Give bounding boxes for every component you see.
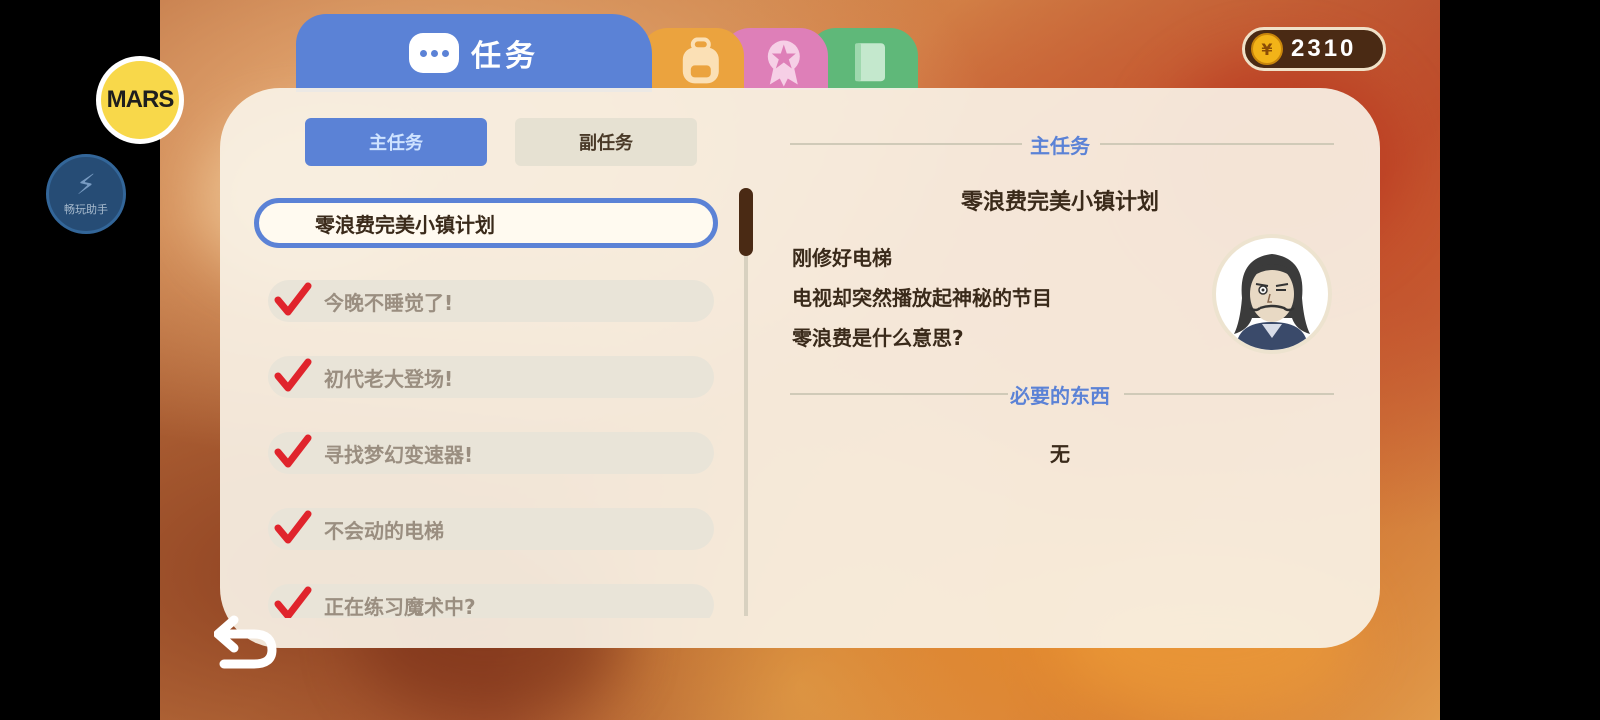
quest-item[interactable]: 正在练习魔术中? bbox=[268, 584, 714, 618]
divider bbox=[790, 143, 1022, 145]
scrollbar-thumb[interactable] bbox=[739, 188, 753, 256]
quest-description-line: 零浪费是什么意思? bbox=[792, 326, 964, 350]
mars-label: MARS bbox=[101, 61, 179, 139]
mars-button[interactable]: MARS bbox=[96, 56, 184, 144]
required-items-value: 无 bbox=[1050, 442, 1070, 466]
chat-bubble-icon bbox=[409, 33, 459, 73]
tab-side-quest[interactable]: 副任务 bbox=[515, 118, 697, 166]
quest-item[interactable]: 初代老大登场! bbox=[268, 356, 714, 398]
quest-item[interactable]: 今晚不睡觉了! bbox=[268, 280, 714, 322]
divider bbox=[790, 393, 1008, 395]
medal-icon bbox=[767, 40, 800, 87]
quest-description-line: 刚修好电梯 bbox=[792, 246, 892, 270]
quest-item-label: 初代老大登场! bbox=[324, 366, 454, 391]
tab-quest-label: 任务 bbox=[471, 39, 539, 74]
quest-item-label: 今晚不睡觉了! bbox=[324, 290, 454, 315]
npc-portrait bbox=[1212, 234, 1332, 354]
divider bbox=[1124, 393, 1334, 395]
coin-icon: ¥ bbox=[1251, 33, 1283, 65]
book-icon bbox=[855, 43, 885, 82]
right-letterbox bbox=[1440, 0, 1600, 720]
lightning-icon: ⚡ bbox=[76, 168, 96, 201]
section-title-items: 必要的东西 bbox=[1010, 384, 1110, 408]
check-icon bbox=[268, 280, 318, 322]
quest-item[interactable]: 寻找梦幻变速器! bbox=[268, 432, 714, 474]
back-arrow-icon bbox=[213, 615, 277, 669]
tab-main-quest[interactable]: 主任务 bbox=[305, 118, 487, 166]
check-icon bbox=[268, 356, 318, 398]
quest-item[interactable]: 不会动的电梯 bbox=[268, 508, 714, 550]
check-icon bbox=[268, 508, 318, 550]
coin-value: 2310 bbox=[1291, 35, 1357, 62]
game-helper-label: 畅玩助手 bbox=[64, 203, 108, 216]
quest-name: 零浪费完美小镇计划 bbox=[960, 190, 1159, 215]
check-icon bbox=[268, 432, 318, 474]
quest-item-label: 寻找梦幻变速器! bbox=[324, 442, 474, 467]
quest-description-line: 电视却突然播放起神秘的节目 bbox=[792, 286, 1052, 310]
quest-item-selected[interactable]: 零浪费完美小镇计划 bbox=[254, 198, 718, 248]
divider bbox=[1100, 143, 1334, 145]
coin-counter: ¥ 2310 bbox=[1242, 27, 1386, 71]
quest-list: 零浪费完美小镇计划 今晚不睡觉了! 初代老大登场! 寻找梦幻变速器! 不会动的电… bbox=[250, 190, 730, 618]
tab-bag[interactable] bbox=[640, 28, 744, 90]
npc-face-icon bbox=[1234, 254, 1310, 350]
back-button[interactable] bbox=[213, 612, 282, 680]
quest-item-label: 不会动的电梯 bbox=[324, 518, 444, 543]
backpack-icon bbox=[682, 37, 719, 84]
section-title-main: 主任务 bbox=[1030, 134, 1090, 158]
game-helper-button[interactable]: ⚡ 畅玩助手 bbox=[46, 154, 126, 234]
quest-item-label: 正在练习魔术中? bbox=[324, 594, 476, 619]
tab-quest[interactable]: 任务 bbox=[296, 14, 652, 92]
